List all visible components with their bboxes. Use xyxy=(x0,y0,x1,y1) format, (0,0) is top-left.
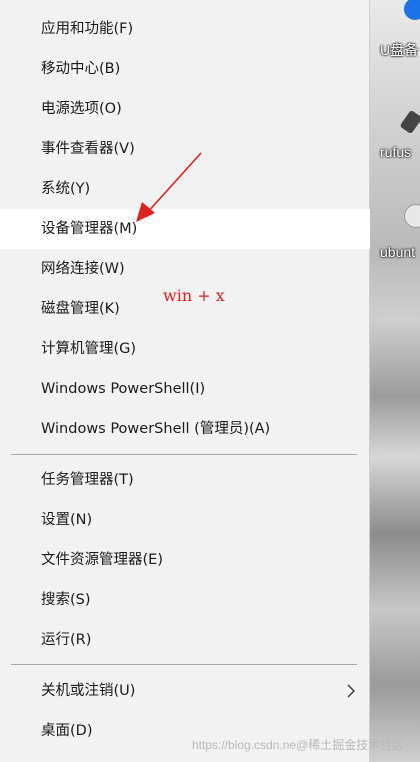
red-arrow-annotation xyxy=(136,152,202,222)
annotation-text: win + x xyxy=(163,286,225,305)
screen: U盘备 rufus ubunt 应用和功能(F) 移动中心(B) 电源选项(O)… xyxy=(0,0,420,762)
watermark: https://blog.csdn.ne@稀土掘金技术社区 xyxy=(192,738,405,752)
